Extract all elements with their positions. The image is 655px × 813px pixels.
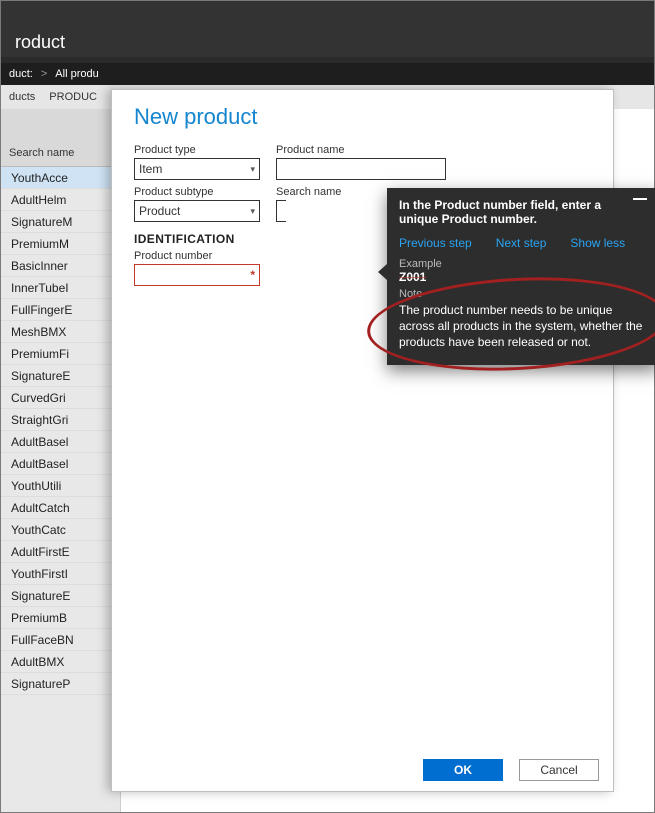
table-row[interactable]: PremiumFi: [1, 343, 120, 365]
table-row[interactable]: YouthCatc: [1, 519, 120, 541]
table-row[interactable]: AdultHelm: [1, 189, 120, 211]
chevron-down-icon: ▾: [250, 206, 255, 217]
tooltip-pointer-icon: [378, 264, 387, 280]
cancel-button[interactable]: Cancel: [519, 759, 599, 781]
table-row[interactable]: BasicInner: [1, 255, 120, 277]
table-row[interactable]: SignatureP: [1, 673, 120, 695]
chevron-down-icon: ▾: [250, 164, 255, 175]
tooltip-note-label: Note: [399, 288, 647, 300]
table-row[interactable]: MeshBMX: [1, 321, 120, 343]
table-row[interactable]: AdultBMX: [1, 651, 120, 673]
breadcrumb: duct: > All produ: [1, 63, 654, 85]
product-type-value: Item: [139, 162, 162, 176]
table-row[interactable]: PremiumB: [1, 607, 120, 629]
product-name-label: Product name: [276, 144, 446, 156]
grid-column-header[interactable]: Search name: [1, 109, 120, 167]
table-row[interactable]: FullFingerE: [1, 299, 120, 321]
new-product-panel: New product Product type Item ▾ Product …: [111, 89, 614, 792]
table-row[interactable]: YouthFirstI: [1, 563, 120, 585]
tab-product-uppercase[interactable]: PRODUC: [49, 91, 97, 103]
product-subtype-value: Product: [139, 204, 180, 218]
required-asterisk-icon: *: [250, 268, 255, 282]
tooltip-example-label: Example: [399, 258, 647, 270]
app-title: roduct: [15, 32, 65, 53]
table-row[interactable]: InnerTubeI: [1, 277, 120, 299]
table-row[interactable]: SignatureM: [1, 211, 120, 233]
tab-products[interactable]: ducts: [9, 91, 35, 103]
table-row[interactable]: StraightGri: [1, 409, 120, 431]
table-row[interactable]: PremiumM: [1, 233, 120, 255]
product-type-select[interactable]: Item ▾: [134, 158, 260, 180]
product-subtype-label: Product subtype: [134, 186, 260, 198]
show-less-link[interactable]: Show less: [570, 236, 625, 250]
product-type-label: Product type: [134, 144, 260, 156]
panel-title: New product: [134, 104, 595, 130]
title-bar: roduct: [1, 1, 654, 57]
tooltip-example-value: Z001: [399, 270, 647, 284]
table-row[interactable]: YouthUtili: [1, 475, 120, 497]
search-name-label: Search name: [276, 186, 341, 198]
table-row[interactable]: SignatureE: [1, 585, 120, 607]
product-number-input[interactable]: *: [134, 264, 260, 286]
next-step-link[interactable]: Next step: [496, 236, 547, 250]
collapse-icon[interactable]: [633, 198, 647, 200]
table-row[interactable]: FullFaceBN: [1, 629, 120, 651]
table-row[interactable]: AdultFirstE: [1, 541, 120, 563]
table-row[interactable]: CurvedGri: [1, 387, 120, 409]
search-name-input[interactable]: [276, 200, 286, 222]
tooltip-note-text: The product number needs to be unique ac…: [399, 302, 647, 351]
tooltip-title: In the Product number field, enter a uni…: [399, 198, 647, 226]
breadcrumb-item[interactable]: duct:: [9, 68, 33, 80]
product-name-input[interactable]: [276, 158, 446, 180]
products-grid: Search name YouthAcceAdultHelmSignatureM…: [1, 109, 121, 812]
table-row[interactable]: AdultBasel: [1, 431, 120, 453]
button-row: OK Cancel: [423, 759, 599, 781]
breadcrumb-item[interactable]: All produ: [55, 68, 98, 80]
table-row[interactable]: AdultBasel: [1, 453, 120, 475]
guide-tooltip: In the Product number field, enter a uni…: [387, 188, 655, 365]
ok-button[interactable]: OK: [423, 759, 503, 781]
table-row[interactable]: AdultCatch: [1, 497, 120, 519]
table-row[interactable]: SignatureE: [1, 365, 120, 387]
table-row[interactable]: YouthAcce: [1, 167, 120, 189]
previous-step-link[interactable]: Previous step: [399, 236, 472, 250]
breadcrumb-separator: >: [41, 68, 47, 80]
product-subtype-select[interactable]: Product ▾: [134, 200, 260, 222]
